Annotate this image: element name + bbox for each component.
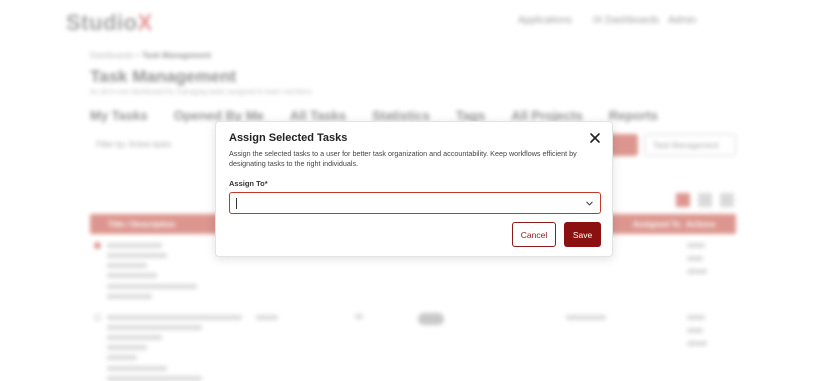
assign-to-select[interactable] bbox=[229, 192, 601, 214]
assign-to-label: Assign To* bbox=[229, 179, 268, 188]
close-icon[interactable] bbox=[588, 131, 602, 145]
modal-title: Assign Selected Tasks bbox=[229, 132, 348, 144]
assign-tasks-modal: Assign Selected Tasks Assign the selecte… bbox=[215, 121, 613, 257]
text-caret bbox=[236, 198, 237, 209]
modal-description: Assign the selected tasks to a user for … bbox=[229, 149, 577, 168]
cancel-button[interactable]: Cancel bbox=[512, 222, 556, 247]
save-button[interactable]: Save bbox=[564, 222, 601, 247]
chevron-down-icon[interactable] bbox=[585, 199, 594, 208]
